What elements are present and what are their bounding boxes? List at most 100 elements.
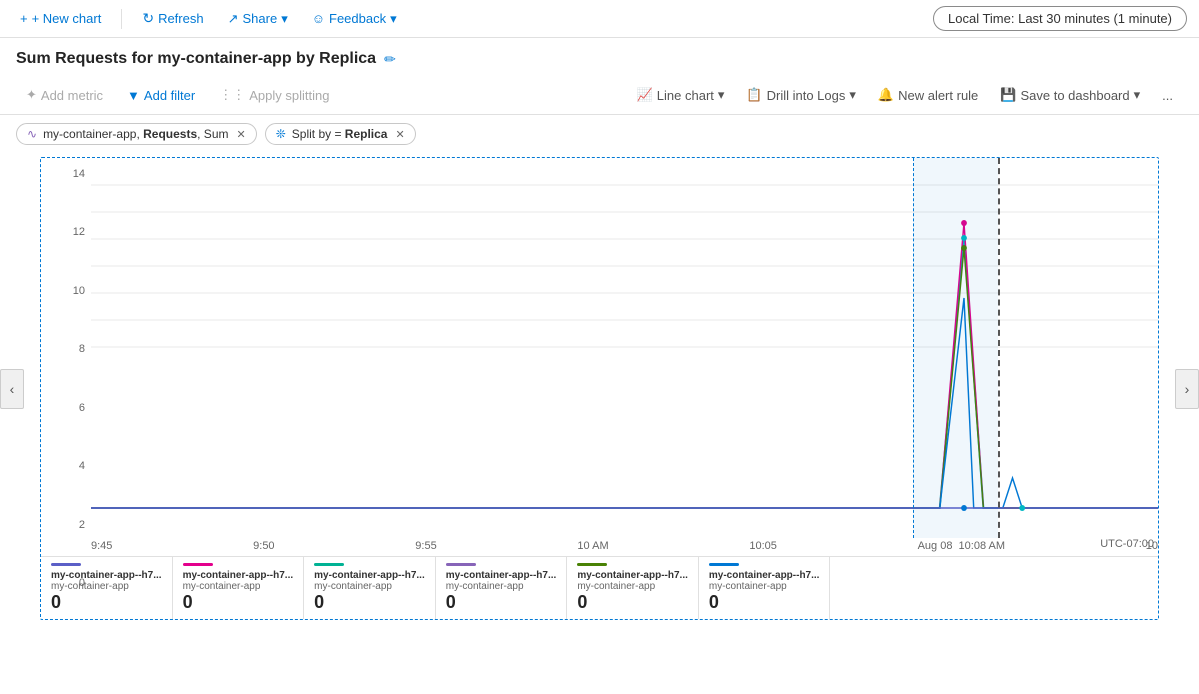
x-label-10am: 10 AM (577, 540, 608, 552)
split-tag[interactable]: ❊ Split by = Replica ✕ (265, 123, 416, 145)
add-metric-button[interactable]: ✦ Add metric (16, 82, 113, 108)
save-chevron: ▾ (1134, 87, 1141, 103)
apply-splitting-label: Apply splitting (249, 88, 329, 103)
y-label-4: 4 (79, 460, 85, 472)
legend-color-1 (183, 563, 213, 566)
legend-sub-2: my-container-app (314, 581, 425, 592)
x-label-945: 9:45 (91, 540, 112, 552)
legend-item-3[interactable]: my-container-app--h7... my-container-app… (436, 557, 568, 619)
share-button[interactable]: ↗ Share ▾ (220, 7, 296, 31)
more-label: ... (1162, 88, 1173, 103)
legend-val-0: 0 (51, 592, 162, 613)
filter-tags: ∿ my-container-app, Requests, Sum ✕ ❊ Sp… (0, 115, 1199, 153)
selection-line (998, 158, 1000, 538)
legend-item-5[interactable]: my-container-app--h7... my-container-app… (699, 557, 831, 619)
x-label-955: 9:55 (415, 540, 436, 552)
legend-sub-1: my-container-app (183, 581, 294, 592)
filter-icon: ▼ (127, 88, 140, 103)
metric-tag[interactable]: ∿ my-container-app, Requests, Sum ✕ (16, 123, 257, 145)
split-tag-icon: ❊ (276, 127, 286, 141)
top-toolbar: + + New chart ↻ Refresh ↗ Share ▾ ☺ Feed… (0, 0, 1199, 38)
drill-into-logs-label: Drill into Logs (767, 88, 846, 103)
edit-icon[interactable]: ✏ (384, 51, 396, 68)
time-selector-button[interactable]: Local Time: Last 30 minutes (1 minute) (933, 6, 1187, 31)
left-arrow-icon: ‹ (10, 381, 15, 397)
refresh-button[interactable]: ↻ Refresh (134, 6, 211, 31)
feedback-chevron: ▾ (390, 11, 397, 27)
legend-val-1: 0 (183, 592, 294, 613)
drill-chevron: ▾ (849, 87, 856, 103)
split-tag-text: Split by = Replica (292, 127, 388, 141)
legend-sub-5: my-container-app (709, 581, 820, 592)
chart-container: 14 12 10 8 6 4 2 0 (40, 157, 1159, 620)
add-metric-icon: ✦ (26, 87, 37, 103)
y-label-6: 6 (79, 402, 85, 414)
drill-into-logs-button[interactable]: 📋 Drill into Logs ▾ (736, 82, 865, 108)
y-label-8: 8 (79, 343, 85, 355)
new-chart-label: + New chart (32, 11, 102, 26)
legend-sub-3: my-container-app (446, 581, 557, 592)
legend-color-2 (314, 563, 344, 566)
legend-color-4 (577, 563, 607, 566)
feedback-button[interactable]: ☺ Feedback ▾ (304, 7, 405, 31)
new-chart-button[interactable]: + + New chart (12, 7, 109, 30)
add-metric-label: Add metric (41, 88, 103, 103)
legend-val-2: 0 (314, 592, 425, 613)
drill-icon: 📋 (746, 87, 762, 103)
x-label-1005: 10:05 (749, 540, 777, 552)
page-title: Sum Requests for my-container-app by Rep… (16, 50, 376, 68)
share-label: Share (243, 11, 278, 26)
line-chart-chevron: ▾ (718, 87, 725, 103)
metrics-toolbar: ✦ Add metric ▼ Add filter ⋮⋮ Apply split… (0, 76, 1199, 115)
apply-splitting-button[interactable]: ⋮⋮ Apply splitting (209, 82, 339, 108)
legend-val-4: 0 (577, 592, 688, 613)
x-axis: 9:45 9:50 9:55 10 AM 10:05 Aug 08 10:08 … (91, 538, 1158, 556)
legend-item-4[interactable]: my-container-app--h7... my-container-app… (567, 557, 699, 619)
utc-label: UTC-07:00 (1100, 538, 1154, 550)
x-label-950: 9:50 (253, 540, 274, 552)
chart-inner: 14 12 10 8 6 4 2 0 (41, 158, 1158, 619)
share-icon: ↗ (228, 11, 239, 27)
metric-tag-icon: ∿ (27, 127, 37, 141)
divider-1 (121, 9, 122, 29)
y-label-0: 0 (79, 577, 85, 589)
nav-left-button[interactable]: ‹ (0, 369, 24, 409)
feedback-icon: ☺ (312, 11, 325, 26)
right-arrow-icon: › (1185, 381, 1190, 397)
metric-tag-close[interactable]: ✕ (236, 128, 245, 141)
save-to-dashboard-label: Save to dashboard (1020, 88, 1129, 103)
legend-item-1[interactable]: my-container-app--h7... my-container-app… (173, 557, 305, 619)
legend-val-5: 0 (709, 592, 820, 613)
legend-val-3: 0 (446, 592, 557, 613)
legend-item-2[interactable]: my-container-app--h7... my-container-app… (304, 557, 436, 619)
line-chart-button[interactable]: 📈 Line chart ▾ (627, 82, 735, 108)
legend-name-1: my-container-app--h7... (183, 570, 294, 581)
y-label-14: 14 (73, 168, 85, 180)
refresh-icon: ↻ (142, 10, 154, 27)
selection-highlight (913, 158, 998, 538)
time-selector-label: Local Time: Last 30 minutes (1 minute) (948, 11, 1172, 26)
line-chart-icon: 📈 (637, 87, 653, 103)
more-button[interactable]: ... (1152, 83, 1183, 108)
share-chevron: ▾ (281, 11, 288, 27)
new-alert-rule-button[interactable]: 🔔 New alert rule (868, 82, 988, 108)
chart-plot[interactable] (91, 158, 1158, 538)
add-filter-label: Add filter (144, 88, 195, 103)
legend-color-3 (446, 563, 476, 566)
legend-sub-4: my-container-app (577, 581, 688, 592)
save-to-dashboard-button[interactable]: 💾 Save to dashboard ▾ (990, 82, 1150, 108)
new-alert-rule-label: New alert rule (898, 88, 978, 103)
legend-name-4: my-container-app--h7... (577, 570, 688, 581)
y-label-2: 2 (79, 519, 85, 531)
alert-icon: 🔔 (878, 87, 894, 103)
legend-name-2: my-container-app--h7... (314, 570, 425, 581)
feedback-label: Feedback (329, 11, 386, 26)
save-icon: 💾 (1000, 87, 1016, 103)
line-chart-label: Line chart (657, 88, 714, 103)
legend-name-3: my-container-app--h7... (446, 570, 557, 581)
add-filter-button[interactable]: ▼ Add filter (117, 83, 205, 108)
nav-right-button[interactable]: › (1175, 369, 1199, 409)
top-bar-right: Local Time: Last 30 minutes (1 minute) (933, 6, 1187, 31)
split-tag-close[interactable]: ✕ (395, 128, 404, 141)
right-actions: 📈 Line chart ▾ 📋 Drill into Logs ▾ 🔔 New… (627, 82, 1183, 108)
